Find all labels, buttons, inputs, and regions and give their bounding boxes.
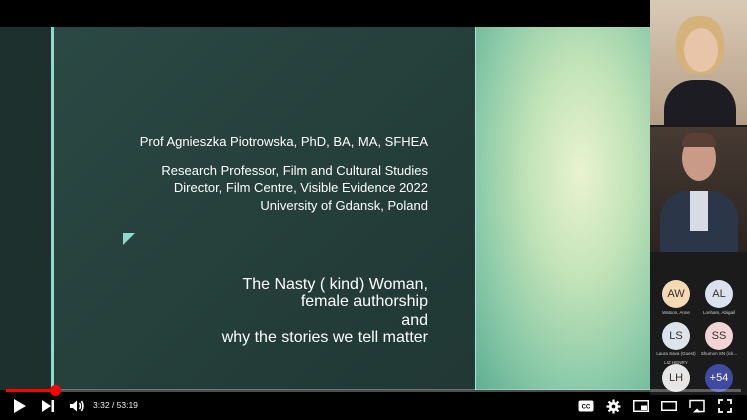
participant-avatar[interactable]: AL [705, 280, 733, 308]
presentation-slide: Prof Agnieszka Piotrowska, PhD, BA, MA, … [0, 27, 650, 390]
more-participants-badge[interactable]: +54 [705, 364, 733, 392]
participant-avatar[interactable]: AW [662, 280, 690, 308]
settings-button[interactable] [603, 396, 623, 416]
participant-name: Lonham, Abigail [702, 310, 736, 315]
participant-avatar[interactable]: SS [705, 322, 733, 350]
player-controls: 3:32 / 53:19 CC [0, 393, 747, 420]
subtitles-button[interactable]: CC [576, 396, 596, 416]
gear-icon [605, 398, 621, 414]
talk-title-line: female authorship [300, 293, 428, 310]
progress-played [6, 389, 55, 392]
miniplayer-icon [633, 400, 649, 412]
closed-captions-icon: CC [578, 400, 594, 412]
more-participants-count: +54 [709, 372, 729, 384]
presenter-name: Prof Agnieszka Piotrowska, PhD, BA, MA, … [139, 134, 428, 149]
next-icon [42, 400, 54, 412]
talk-title-line: The Nasty ( kind) Woman, [242, 276, 428, 293]
avatar-initials: LH [668, 372, 684, 384]
participants-panel: AW Watson, Anne AL Lonham, Abigail LS La… [650, 0, 747, 395]
volume-button[interactable] [66, 396, 88, 416]
avatar-initials: SS [711, 330, 727, 342]
time-display: 3:32 / 53:19 [93, 400, 138, 410]
slide-left-band [0, 27, 52, 390]
video-player[interactable]: Prof Agnieszka Piotrowska, PhD, BA, MA, … [0, 0, 747, 420]
svg-text:CC: CC [582, 405, 591, 411]
video-tile-participant [650, 127, 747, 252]
play-icon [14, 399, 26, 413]
participant-name: Shumon SN (ick... [700, 351, 738, 356]
participant-name: LIZ HENRY [664, 360, 688, 365]
cast-button[interactable] [687, 396, 707, 416]
participant-hair [682, 133, 716, 147]
participant-body [664, 80, 736, 125]
participant-avatar[interactable]: LH [662, 364, 690, 392]
theater-mode-button[interactable] [659, 396, 679, 416]
participant-name: Laura Sava (Guest) [656, 351, 696, 356]
video-tile-presenter [650, 0, 747, 125]
participant-shirt [690, 191, 708, 231]
theater-mode-icon [661, 401, 677, 411]
participant-name: Watson, Anne [662, 310, 690, 315]
slide-accent-line [51, 27, 54, 390]
slide-decorative-panel [476, 27, 650, 390]
talk-title-line: and [401, 312, 428, 329]
fullscreen-button[interactable] [715, 396, 735, 416]
presenter-role: Research Professor, Film and Cultural St… [161, 163, 428, 178]
participant-face [684, 28, 718, 72]
presenter-affiliation: University of Gdansk, Poland [260, 198, 428, 213]
volume-icon [70, 400, 84, 412]
participant-avatar[interactable]: LS [662, 322, 690, 350]
talk-title-line: why the stories we tell matter [221, 329, 428, 346]
cast-icon [689, 399, 705, 413]
avatar-initials: AW [667, 288, 685, 300]
presenter-role: Director, Film Centre, Visible Evidence … [173, 180, 428, 195]
progress-bar[interactable] [6, 385, 741, 396]
next-button[interactable] [38, 396, 58, 416]
miniplayer-button[interactable] [631, 396, 651, 416]
fullscreen-icon [718, 399, 732, 413]
avatar-initials: AL [712, 288, 726, 300]
play-button[interactable] [10, 396, 30, 416]
triangle-decoration-icon [123, 233, 135, 245]
avatar-initials: LS [669, 330, 683, 342]
